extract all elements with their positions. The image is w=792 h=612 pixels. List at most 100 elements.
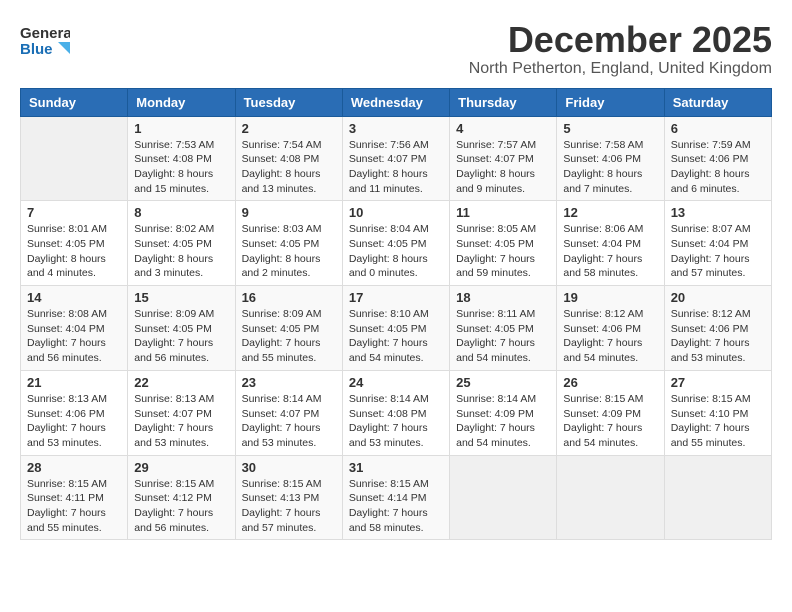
calendar-table: SundayMondayTuesdayWednesdayThursdayFrid… — [20, 88, 772, 541]
calendar-cell: 12Sunrise: 8:06 AM Sunset: 4:04 PM Dayli… — [557, 201, 664, 286]
calendar-header-row: SundayMondayTuesdayWednesdayThursdayFrid… — [21, 88, 772, 116]
calendar-cell: 2Sunrise: 7:54 AM Sunset: 4:08 PM Daylig… — [235, 116, 342, 201]
calendar-cell: 13Sunrise: 8:07 AM Sunset: 4:04 PM Dayli… — [664, 201, 771, 286]
location-subtitle: North Petherton, England, United Kingdom — [469, 60, 772, 78]
day-info: Sunrise: 8:15 AM Sunset: 4:12 PM Dayligh… — [134, 477, 228, 536]
calendar-week-4: 21 Sunrise: 8:13 AM Sunset: 4:06 PM Dayli… — [21, 370, 772, 455]
calendar-cell: 17Sunrise: 8:10 AM Sunset: 4:05 PM Dayli… — [342, 286, 449, 371]
day-number: 24 — [349, 375, 443, 390]
logo-icon: General Blue — [20, 20, 70, 60]
day-number: 23 — [242, 375, 336, 390]
month-title: December 2025 — [469, 20, 772, 60]
day-number: 25 — [456, 375, 550, 390]
calendar-cell: 4 Sunrise: 7:57 AM Sunset: 4:07 PM Daylig… — [450, 116, 557, 201]
day-number: 6 — [671, 121, 765, 136]
calendar-cell: 10 Sunrise: 8:04 AM Sunset: 4:05 PM Dayli… — [342, 201, 449, 286]
calendar-cell: 9Sunrise: 8:03 AM Sunset: 4:05 PM Daylig… — [235, 201, 342, 286]
day-info: Sunrise: 8:12 AM Sunset: 4:06 PM Dayligh… — [563, 307, 657, 366]
calendar-cell: 18 Sunrise: 8:11 AM Sunset: 4:05 PM Dayli… — [450, 286, 557, 371]
day-header-wednesday: Wednesday — [342, 88, 449, 116]
day-info: Sunrise: 8:15 AM Sunset: 4:13 PM Dayligh… — [242, 477, 336, 536]
day-info: Sunrise: 8:14 AM Sunset: 4:08 PM Dayligh… — [349, 392, 443, 451]
calendar-week-5: 28 Sunrise: 8:15 AM Sunset: 4:11 PM Dayli… — [21, 455, 772, 540]
day-info: Sunrise: 8:04 AM Sunset: 4:05 PM Dayligh… — [349, 222, 443, 281]
calendar-week-1: 1Sunrise: 7:53 AM Sunset: 4:08 PM Daylig… — [21, 116, 772, 201]
calendar-cell: 31 Sunrise: 8:15 AM Sunset: 4:14 PM Dayli… — [342, 455, 449, 540]
day-info: Sunrise: 8:15 AM Sunset: 4:14 PM Dayligh… — [349, 477, 443, 536]
day-info: Sunrise: 8:05 AM Sunset: 4:05 PM Dayligh… — [456, 222, 550, 281]
calendar-cell: 19 Sunrise: 8:12 AM Sunset: 4:06 PM Dayli… — [557, 286, 664, 371]
calendar-cell: 16 Sunrise: 8:09 AM Sunset: 4:05 PM Dayli… — [235, 286, 342, 371]
day-info: Sunrise: 8:12 AM Sunset: 4:06 PM Dayligh… — [671, 307, 765, 366]
day-number: 31 — [349, 460, 443, 475]
day-number: 15 — [134, 290, 228, 305]
day-number: 5 — [563, 121, 657, 136]
day-info: Sunrise: 7:54 AM Sunset: 4:08 PM Dayligh… — [242, 138, 336, 197]
title-section: December 2025 North Petherton, England, … — [469, 20, 772, 78]
day-info: Sunrise: 8:06 AM Sunset: 4:04 PM Dayligh… — [563, 222, 657, 281]
calendar-cell: 20Sunrise: 8:12 AM Sunset: 4:06 PM Dayli… — [664, 286, 771, 371]
day-info: Sunrise: 8:13 AM Sunset: 4:07 PM Dayligh… — [134, 392, 228, 451]
svg-text:General: General — [20, 25, 70, 42]
day-number: 9 — [242, 205, 336, 220]
calendar-cell — [557, 455, 664, 540]
calendar-cell: 7 Sunrise: 8:01 AM Sunset: 4:05 PM Daylig… — [21, 201, 128, 286]
day-number: 19 — [563, 290, 657, 305]
day-number: 28 — [27, 460, 121, 475]
day-number: 10 — [349, 205, 443, 220]
calendar-cell: 8 Sunrise: 8:02 AM Sunset: 4:05 PM Daylig… — [128, 201, 235, 286]
calendar-cell: 6 Sunrise: 7:59 AM Sunset: 4:06 PM Daylig… — [664, 116, 771, 201]
calendar-cell: 5 Sunrise: 7:58 AM Sunset: 4:06 PM Daylig… — [557, 116, 664, 201]
day-info: Sunrise: 8:09 AM Sunset: 4:05 PM Dayligh… — [242, 307, 336, 366]
calendar-cell: 23Sunrise: 8:14 AM Sunset: 4:07 PM Dayli… — [235, 370, 342, 455]
calendar-cell: 14 Sunrise: 8:08 AM Sunset: 4:04 PM Dayli… — [21, 286, 128, 371]
day-info: Sunrise: 7:59 AM Sunset: 4:06 PM Dayligh… — [671, 138, 765, 197]
day-number: 4 — [456, 121, 550, 136]
day-info: Sunrise: 8:15 AM Sunset: 4:09 PM Dayligh… — [563, 392, 657, 451]
day-info: Sunrise: 7:57 AM Sunset: 4:07 PM Dayligh… — [456, 138, 550, 197]
day-number: 27 — [671, 375, 765, 390]
day-info: Sunrise: 8:13 AM Sunset: 4:06 PM Dayligh… — [27, 392, 121, 451]
calendar-cell: 30 Sunrise: 8:15 AM Sunset: 4:13 PM Dayli… — [235, 455, 342, 540]
day-info: Sunrise: 8:09 AM Sunset: 4:05 PM Dayligh… — [134, 307, 228, 366]
calendar-week-3: 14 Sunrise: 8:08 AM Sunset: 4:04 PM Dayli… — [21, 286, 772, 371]
day-info: Sunrise: 8:10 AM Sunset: 4:05 PM Dayligh… — [349, 307, 443, 366]
day-info: Sunrise: 8:14 AM Sunset: 4:09 PM Dayligh… — [456, 392, 550, 451]
calendar-cell: 27 Sunrise: 8:15 AM Sunset: 4:10 PM Dayli… — [664, 370, 771, 455]
day-info: Sunrise: 8:01 AM Sunset: 4:05 PM Dayligh… — [27, 222, 121, 281]
calendar-cell: 26Sunrise: 8:15 AM Sunset: 4:09 PM Dayli… — [557, 370, 664, 455]
day-info: Sunrise: 8:08 AM Sunset: 4:04 PM Dayligh… — [27, 307, 121, 366]
day-info: Sunrise: 8:11 AM Sunset: 4:05 PM Dayligh… — [456, 307, 550, 366]
day-number: 22 — [134, 375, 228, 390]
day-header-friday: Friday — [557, 88, 664, 116]
calendar-cell — [450, 455, 557, 540]
day-number: 8 — [134, 205, 228, 220]
day-number: 7 — [27, 205, 121, 220]
calendar-cell: 22 Sunrise: 8:13 AM Sunset: 4:07 PM Dayli… — [128, 370, 235, 455]
day-number: 1 — [134, 121, 228, 136]
calendar-cell: 24 Sunrise: 8:14 AM Sunset: 4:08 PM Dayli… — [342, 370, 449, 455]
day-header-monday: Monday — [128, 88, 235, 116]
day-number: 29 — [134, 460, 228, 475]
day-info: Sunrise: 8:07 AM Sunset: 4:04 PM Dayligh… — [671, 222, 765, 281]
calendar-cell — [664, 455, 771, 540]
day-number: 21 — [27, 375, 121, 390]
svg-text:Blue: Blue — [20, 41, 53, 58]
day-info: Sunrise: 7:58 AM Sunset: 4:06 PM Dayligh… — [563, 138, 657, 197]
calendar-cell: 3 Sunrise: 7:56 AM Sunset: 4:07 PM Daylig… — [342, 116, 449, 201]
day-number: 18 — [456, 290, 550, 305]
calendar-cell: 15 Sunrise: 8:09 AM Sunset: 4:05 PM Dayli… — [128, 286, 235, 371]
day-info: Sunrise: 8:15 AM Sunset: 4:11 PM Dayligh… — [27, 477, 121, 536]
day-info: Sunrise: 8:15 AM Sunset: 4:10 PM Dayligh… — [671, 392, 765, 451]
day-header-saturday: Saturday — [664, 88, 771, 116]
calendar-cell: 11Sunrise: 8:05 AM Sunset: 4:05 PM Dayli… — [450, 201, 557, 286]
day-info: Sunrise: 7:56 AM Sunset: 4:07 PM Dayligh… — [349, 138, 443, 197]
day-number: 14 — [27, 290, 121, 305]
day-number: 16 — [242, 290, 336, 305]
day-header-sunday: Sunday — [21, 88, 128, 116]
day-header-thursday: Thursday — [450, 88, 557, 116]
calendar-cell — [21, 116, 128, 201]
day-info: Sunrise: 8:02 AM Sunset: 4:05 PM Dayligh… — [134, 222, 228, 281]
day-number: 3 — [349, 121, 443, 136]
day-number: 30 — [242, 460, 336, 475]
